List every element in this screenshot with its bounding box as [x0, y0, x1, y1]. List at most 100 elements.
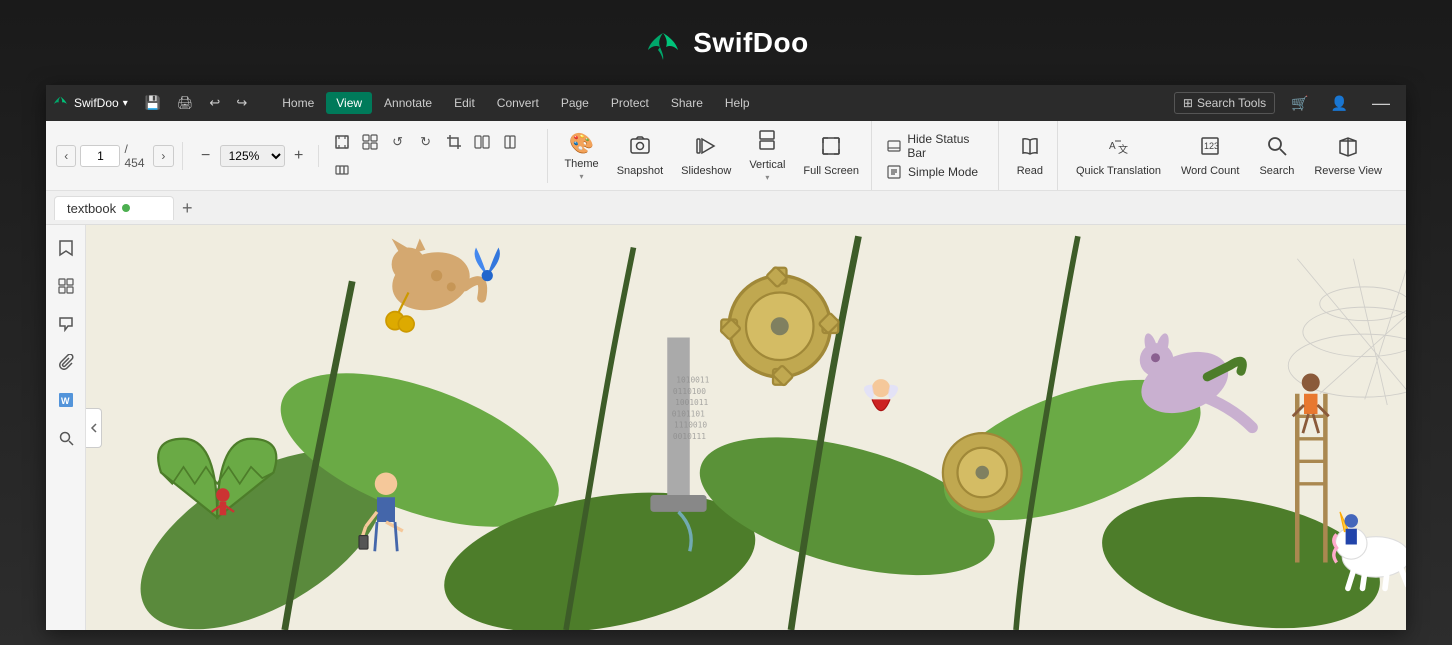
print-button[interactable]: 🖨 — [172, 93, 199, 113]
full-screen-button[interactable]: Full Screen — [795, 127, 867, 185]
next-page-button[interactable]: › — [153, 145, 173, 167]
simple-mode-label: Simple Mode — [908, 165, 978, 179]
title-file-actions: 💾 🖨 ↩ ↪ — [140, 93, 253, 113]
view-toolbar: ‹ / 454 › − 125% 50% 75% 100% 150% 200% … — [46, 121, 1406, 191]
fit-page-button[interactable] — [329, 129, 355, 155]
hide-status-bar-row[interactable]: Hide Status Bar — [886, 132, 988, 160]
svg-text:1110010: 1110010 — [674, 421, 707, 430]
word-count-button[interactable]: 123 Word Count — [1173, 127, 1248, 185]
full-screen-label: Full Screen — [803, 165, 859, 177]
read-label: Read — [1017, 165, 1043, 177]
svg-text:A: A — [1109, 141, 1116, 152]
menu-protect[interactable]: Protect — [601, 92, 659, 114]
menu-view[interactable]: View — [326, 92, 372, 114]
swifdoo-logo-icon — [643, 23, 683, 63]
pdf-content: 1010011 0110100 1001011 0101101 1110010 … — [86, 225, 1406, 630]
quick-translation-button[interactable]: A 文 Quick Translation — [1068, 127, 1169, 185]
small-toolbar-group-1: ↺ ↻ — [323, 129, 549, 183]
svg-text:1010011: 1010011 — [676, 376, 709, 385]
menu-share[interactable]: Share — [661, 92, 713, 114]
read-icon — [1019, 135, 1041, 163]
add-tab-button[interactable]: + — [178, 199, 197, 217]
content-area: W — [46, 225, 1406, 630]
sidebar-attachments-button[interactable] — [51, 347, 81, 377]
menu-help[interactable]: Help — [715, 92, 760, 114]
vertical-button[interactable]: Vertical ▾ — [741, 127, 793, 185]
zoom-out-button[interactable]: − — [195, 145, 217, 167]
snapshot-label: Snapshot — [617, 165, 663, 177]
grid-view-button[interactable] — [357, 129, 383, 155]
save-button[interactable]: 💾 — [140, 93, 166, 113]
rotate-right-button[interactable]: ↻ — [413, 129, 439, 155]
page-number-input[interactable] — [80, 145, 120, 167]
title-logo: SwifDoo ▾ — [54, 95, 128, 111]
title-right-controls: ⊞ Search Tools 🛒 👤 — — [1174, 92, 1398, 115]
sidebar-bookmark-button[interactable] — [51, 233, 81, 263]
tab-modified-dot — [122, 204, 130, 212]
menu-bar: Home View Annotate Edit Convert Page Pro… — [272, 92, 1166, 114]
menu-page[interactable]: Page — [551, 92, 599, 114]
simple-mode-icon — [886, 164, 902, 180]
crop-button[interactable] — [441, 129, 467, 155]
snapshot-button[interactable]: Snapshot — [609, 127, 671, 185]
spread-button[interactable] — [329, 157, 355, 183]
sidebar-search-button[interactable] — [51, 423, 81, 453]
full-screen-icon — [820, 135, 842, 163]
sidebar-collapse-button[interactable] — [86, 408, 102, 448]
title-dropdown-arrow[interactable]: ▾ — [123, 98, 128, 109]
pdf-viewer[interactable]: 1010011 0110100 1001011 0101101 1110010 … — [86, 225, 1406, 630]
menu-convert[interactable]: Convert — [487, 92, 549, 114]
snapshot-icon — [629, 135, 651, 163]
quick-translation-icon: A 文 — [1107, 135, 1129, 163]
read-button[interactable]: Read — [1007, 127, 1053, 185]
file-tab[interactable]: textbook — [54, 196, 174, 220]
hide-status-bar-label: Hide Status Bar — [907, 132, 987, 160]
vertical-label: Vertical — [749, 159, 785, 171]
cover-page-button[interactable] — [497, 129, 523, 155]
sidebar-thumbnails-button[interactable] — [51, 271, 81, 301]
word-count-icon: 123 — [1199, 135, 1221, 163]
prev-page-button[interactable]: ‹ — [56, 145, 76, 167]
search-tools-button[interactable]: ⊞ Search Tools — [1174, 92, 1275, 114]
minimize-button[interactable]: — — [1364, 94, 1398, 112]
page-navigation: ‹ / 454 › — [56, 142, 183, 170]
reverse-view-icon — [1337, 135, 1359, 163]
menu-annotate[interactable]: Annotate — [374, 92, 442, 114]
page-total-label: / 454 — [124, 142, 149, 170]
zoom-in-button[interactable]: + — [288, 145, 310, 167]
title-bar: SwifDoo ▾ 💾 🖨 ↩ ↪ Home View Annotate Edi… — [46, 85, 1406, 121]
toolbar-right-group: A 文 Quick Translation 123 Word Count — [1062, 121, 1396, 190]
menu-edit[interactable]: Edit — [444, 92, 485, 114]
slideshow-button[interactable]: Slideshow — [673, 127, 739, 185]
word-count-label: Word Count — [1181, 165, 1240, 177]
svg-text:0101101: 0101101 — [672, 409, 705, 418]
undo-button[interactable]: ↩ — [204, 93, 225, 113]
svg-text:文: 文 — [1118, 143, 1128, 156]
two-page-button[interactable] — [469, 129, 495, 155]
cart-icon-button[interactable]: 🛒 — [1285, 92, 1314, 115]
simple-mode-row[interactable]: Simple Mode — [886, 164, 988, 180]
sidebar-comments-button[interactable] — [51, 309, 81, 339]
slideshow-label: Slideshow — [681, 165, 731, 177]
vertical-icon — [756, 129, 778, 157]
zoom-control: − 125% 50% 75% 100% 150% 200% + — [187, 145, 319, 167]
theme-button[interactable]: 🎨 Theme ▾ — [556, 127, 606, 185]
reverse-view-button[interactable]: Reverse View — [1306, 127, 1390, 185]
svg-text:123: 123 — [1204, 141, 1219, 151]
sidebar-word-button[interactable]: W — [51, 385, 81, 415]
app-title: SwifDoo — [693, 27, 809, 59]
user-icon-button[interactable]: 👤 — [1325, 92, 1354, 115]
theme-icon: 🎨 — [569, 131, 594, 156]
quick-translation-label: Quick Translation — [1076, 165, 1161, 177]
search-button[interactable]: Search — [1251, 127, 1302, 185]
rotate-left-button[interactable]: ↺ — [385, 129, 411, 155]
redo-button[interactable]: ↪ — [231, 93, 252, 113]
main-toolbar-group: 🎨 Theme ▾ Snapshot — [552, 121, 872, 190]
slideshow-icon — [695, 135, 717, 163]
search-icon — [1266, 135, 1288, 163]
svg-text:0110100: 0110100 — [673, 387, 706, 396]
view-options-group: Hide Status Bar Simple Mode — [876, 121, 999, 190]
zoom-select[interactable]: 125% 50% 75% 100% 150% 200% — [220, 145, 285, 167]
search-label: Search — [1259, 165, 1294, 177]
menu-home[interactable]: Home — [272, 92, 324, 114]
